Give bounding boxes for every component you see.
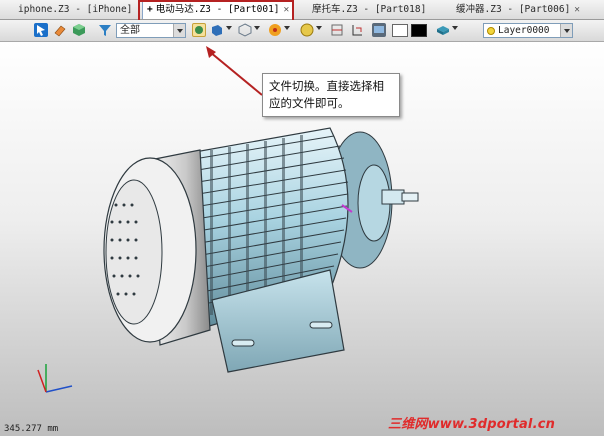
watermark: 三维网www.3dportal.cn xyxy=(388,417,556,432)
material-icon[interactable] xyxy=(436,23,450,37)
shade-icon[interactable] xyxy=(210,23,224,37)
rotate-icon[interactable] xyxy=(238,23,252,37)
tab-label: 摩托车.Z3 - [Part018] xyxy=(312,4,427,15)
tab-label: iphone.Z3 - [iPhone] xyxy=(18,4,133,15)
pick-icon[interactable] xyxy=(34,23,48,37)
filter-icon[interactable] xyxy=(98,23,112,37)
view-cube-icon[interactable] xyxy=(192,23,206,37)
layer-select[interactable]: Layer0000 xyxy=(483,23,573,38)
chevron-down-icon xyxy=(173,24,185,37)
tab-label: 缓冲器.Z3 - [Part006] xyxy=(456,4,571,15)
filter-value: 全部 xyxy=(120,25,140,36)
main-toolbar: 全部 Layer0000 xyxy=(0,20,604,42)
chevron-down-icon[interactable] xyxy=(316,26,322,30)
monitor-icon[interactable] xyxy=(372,23,386,37)
chevron-down-icon[interactable] xyxy=(284,26,290,30)
black-color-swatch[interactable] xyxy=(411,24,427,37)
callout-text: 文件切换。直接选择相应的文件即可。 xyxy=(269,79,384,110)
tab-iphone[interactable]: iphone.Z3 - [iPhone] xyxy=(14,2,136,20)
tooltip-callout: 文件切换。直接选择相应的文件即可。 xyxy=(262,73,400,117)
section-icon[interactable] xyxy=(330,23,344,37)
layer-bulb-icon xyxy=(487,27,495,35)
pick-filter-select[interactable]: 全部 xyxy=(116,23,186,38)
close-icon[interactable]: ✕ xyxy=(574,2,580,18)
white-color-swatch[interactable] xyxy=(392,24,408,37)
layer-value: Layer0000 xyxy=(498,25,550,36)
bounds-icon[interactable] xyxy=(350,23,364,37)
document-tab-bar: iphone.Z3 - [iPhone] + 电动马达.Z3 - [Part001… xyxy=(0,0,604,20)
tab-motorcycle[interactable]: 摩托车.Z3 - [Part018] xyxy=(308,2,430,20)
render-icon[interactable] xyxy=(300,23,314,37)
chevron-down-icon[interactable] xyxy=(254,26,260,30)
chevron-down-icon xyxy=(560,24,572,37)
cube-icon[interactable] xyxy=(72,23,86,37)
tab-buffer[interactable]: 缓冲器.Z3 - [Part006] ✕ xyxy=(452,2,584,20)
axis-triad xyxy=(37,364,73,393)
chevron-down-icon[interactable] xyxy=(226,26,232,30)
chevron-down-icon[interactable] xyxy=(452,26,458,30)
coordinate-readout: 345.277 mm xyxy=(4,424,59,434)
eraser-icon[interactable] xyxy=(53,23,67,37)
color-icon[interactable] xyxy=(268,23,282,37)
